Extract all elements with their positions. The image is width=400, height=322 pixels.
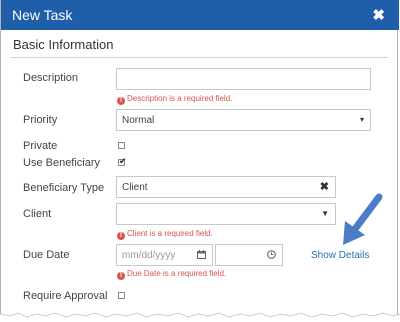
- priority-select[interactable]: Normal ▾: [116, 109, 371, 131]
- require-approval-label: Require Approval: [23, 290, 108, 302]
- blue-arrow-annotation: [343, 193, 383, 245]
- priority-label: Priority: [23, 114, 58, 126]
- client-select[interactable]: ▼: [116, 203, 336, 225]
- beneficiary-type-label: Beneficiary Type: [23, 182, 105, 194]
- show-details-link[interactable]: Show Details: [311, 250, 369, 261]
- due-time-input[interactable]: [215, 244, 283, 266]
- private-checkbox[interactable]: [118, 142, 125, 149]
- error-icon: !: [117, 272, 125, 280]
- description-error: ! Description is a required field.: [117, 94, 232, 105]
- require-approval-checkbox[interactable]: [118, 292, 125, 299]
- section-divider: [10, 57, 388, 58]
- description-input[interactable]: [116, 68, 371, 90]
- client-error: ! Client is a required field.: [117, 229, 213, 240]
- client-label: Client: [23, 208, 52, 220]
- chevron-down-icon: ▾: [359, 115, 364, 124]
- due-date-error: ! Due Date is a required field.: [117, 269, 226, 280]
- close-icon[interactable]: ✖: [372, 6, 385, 24]
- error-icon: !: [117, 97, 125, 105]
- client-error-text: Client is a required field.: [127, 229, 213, 238]
- error-icon: !: [117, 232, 125, 240]
- due-date-label: Due Date: [23, 249, 70, 261]
- due-date-input[interactable]: mm/dd/yyyy: [116, 244, 213, 266]
- torn-edge: [0, 312, 400, 322]
- priority-value: Normal: [122, 115, 155, 126]
- description-error-text: Description is a required field.: [127, 94, 233, 103]
- beneficiary-type-select[interactable]: Client ✖: [116, 176, 336, 198]
- due-date-error-text: Due Date is a required field.: [127, 269, 227, 278]
- use-beneficiary-label: Use Beneficiary: [23, 157, 101, 169]
- description-label: Description: [23, 72, 79, 84]
- beneficiary-type-value: Client: [122, 182, 148, 193]
- private-label: Private: [23, 140, 58, 152]
- section-title: Basic Information: [13, 37, 114, 52]
- calendar-icon[interactable]: [197, 248, 206, 262]
- due-date-placeholder: mm/dd/yyyy: [122, 250, 176, 261]
- dialog-title: New Task: [12, 7, 73, 23]
- clear-x-icon[interactable]: ✖: [320, 180, 329, 193]
- use-beneficiary-checkbox[interactable]: ✔: [118, 156, 127, 166]
- dialog-titlebar: New Task ✖: [1, 0, 399, 30]
- new-task-dialog: New Task ✖ Basic Information Description…: [0, 0, 399, 322]
- clock-icon[interactable]: [267, 248, 276, 262]
- checkmark-icon: ✔: [119, 156, 127, 166]
- caret-down-icon: ▼: [321, 209, 329, 218]
